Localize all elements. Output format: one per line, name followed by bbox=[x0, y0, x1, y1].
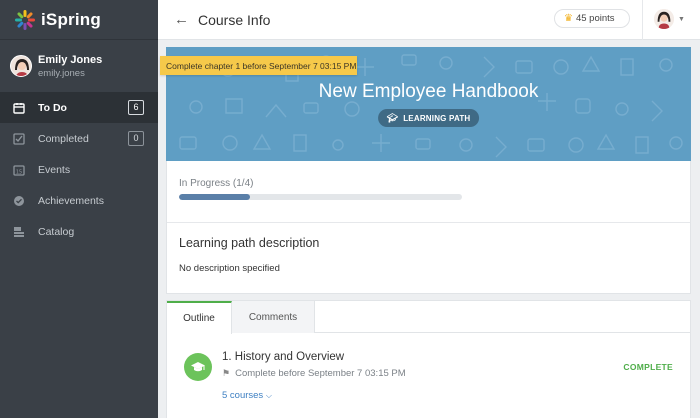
sidebar-item-catalog[interactable]: Catalog bbox=[0, 216, 158, 247]
points-text: 45 points bbox=[575, 13, 615, 24]
chevron-down-icon: ⌵ bbox=[265, 391, 272, 400]
sidebar-item-label: Catalog bbox=[38, 225, 75, 238]
logo-text: iSpring bbox=[41, 9, 101, 29]
tab-outline[interactable]: Outline bbox=[167, 301, 232, 334]
catalog-icon bbox=[12, 225, 26, 239]
top-bar: ← Course Info ♛ 45 points ▼ bbox=[158, 0, 700, 40]
sidebar-item-label: To Do bbox=[38, 101, 67, 114]
courses-count: 5 courses bbox=[222, 390, 264, 401]
learning-path-badge: 🎓︎ LEARNING PATH bbox=[377, 109, 480, 127]
outline-panel: Outline Comments 1. History and Overview… bbox=[166, 300, 691, 418]
user-menu[interactable]: ▼ bbox=[654, 9, 685, 29]
user-login: emily.jones bbox=[38, 67, 85, 79]
crown-icon: ♛ bbox=[564, 13, 573, 24]
flag-icon: ⚑ bbox=[222, 368, 231, 378]
tab-bar: Outline Comments bbox=[167, 301, 690, 334]
avatar bbox=[654, 9, 674, 29]
avatar bbox=[10, 55, 32, 77]
sidebar-item-achievements[interactable]: Achievements bbox=[0, 185, 158, 216]
sidebar: iSpring Emily Jones emily.jones To Do 6 bbox=[0, 0, 158, 418]
user-name: Emily Jones bbox=[38, 53, 103, 66]
progress-fill bbox=[179, 194, 250, 200]
graduation-cap-icon bbox=[184, 353, 212, 381]
logo[interactable]: iSpring bbox=[0, 0, 158, 40]
description-heading: Learning path description bbox=[179, 236, 320, 250]
ispring-logo-icon bbox=[14, 9, 36, 31]
points-badge[interactable]: ♛ 45 points bbox=[554, 9, 630, 28]
divider bbox=[642, 0, 643, 40]
outline-item-due: ⚑ Complete before September 7 03:15 PM bbox=[222, 368, 406, 379]
progress-label: In Progress (1/4) bbox=[179, 178, 254, 189]
sidebar-item-label: Events bbox=[38, 163, 71, 176]
progress-panel: In Progress (1/4) Learning path descript… bbox=[166, 161, 691, 294]
courses-toggle[interactable]: 5 courses ⌵ bbox=[222, 390, 272, 401]
count-badge: 6 bbox=[128, 100, 144, 115]
divider bbox=[167, 222, 690, 223]
description-text: No description specified bbox=[179, 263, 280, 274]
checkbox-icon bbox=[12, 132, 26, 146]
chevron-down-icon: ▼ bbox=[678, 15, 685, 23]
course-title: New Employee Handbook bbox=[318, 81, 539, 102]
sidebar-item-completed[interactable]: Completed 0 bbox=[0, 123, 158, 154]
sidebar-nav: To Do 6 Completed 0 15 Events Achievemen… bbox=[0, 92, 158, 247]
page-title: Course Info bbox=[198, 11, 271, 28]
sidebar-item-label: Achievements bbox=[38, 194, 104, 207]
tab-comments[interactable]: Comments bbox=[232, 301, 315, 333]
deadline-tooltip: Complete chapter 1 before September 7 03… bbox=[160, 56, 357, 75]
medal-icon bbox=[12, 194, 26, 208]
count-badge: 0 bbox=[128, 131, 144, 146]
progress-bar bbox=[179, 194, 462, 200]
svg-text:15: 15 bbox=[16, 169, 22, 175]
badge-label: LEARNING PATH bbox=[403, 113, 471, 123]
sidebar-item-label: Completed bbox=[38, 132, 89, 145]
calendar-date-icon: 15 bbox=[12, 163, 26, 177]
user-profile[interactable]: Emily Jones emily.jones bbox=[0, 40, 158, 92]
calendar-icon bbox=[12, 101, 26, 115]
sidebar-item-events[interactable]: 15 Events bbox=[0, 154, 158, 185]
back-arrow-icon[interactable]: ← bbox=[174, 11, 192, 28]
due-text: Complete before September 7 03:15 PM bbox=[235, 368, 406, 379]
sidebar-item-todo[interactable]: To Do 6 bbox=[0, 92, 158, 123]
graduation-cap-icon: 🎓︎ bbox=[386, 112, 399, 123]
status-badge: COMPLETE bbox=[623, 362, 673, 372]
outline-item-title[interactable]: 1. History and Overview bbox=[222, 351, 344, 363]
